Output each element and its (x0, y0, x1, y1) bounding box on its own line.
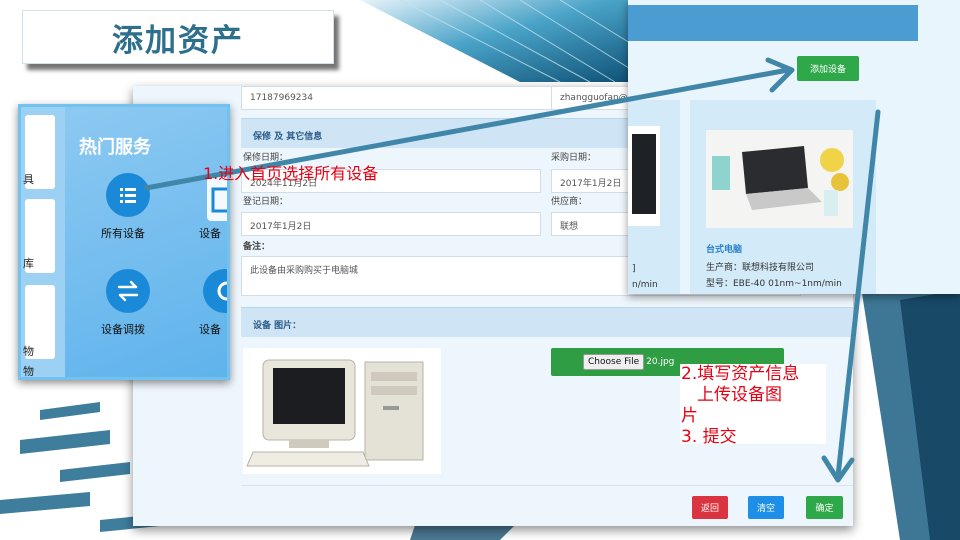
supplier-label: 供应商： (551, 197, 588, 207)
list-icon (120, 188, 136, 203)
back-button[interactable]: 返回 (692, 496, 728, 519)
notes-label: 备注： (243, 242, 271, 252)
choose-file-button[interactable]: Choose File (583, 354, 645, 370)
services-side-strip: 具 库 物 物 (21, 107, 65, 378)
device-list-screenshot: 添加设备 ] n/min 台式电脑 生产商：联想科技有限公司 型号：EBE-40… (628, 0, 960, 294)
register-date-label: 登记日期： (243, 197, 289, 207)
form-divider (241, 485, 853, 486)
card-fragment: n/min (632, 280, 658, 290)
clear-button[interactable]: 清空 (748, 496, 784, 519)
circle-icon[interactable] (203, 269, 227, 313)
device-label: 设备 (199, 227, 221, 240)
services-heading: 热门服务 (79, 137, 151, 158)
device-card[interactable]: 台式电脑 生产商：联想科技有限公司 型号：EBE-40 01nm~1nm/min (690, 100, 876, 294)
device-card-partial: ] n/min (628, 100, 680, 294)
laptop-image (706, 130, 853, 228)
strip-label: 具 (23, 173, 34, 186)
device-manufacturer: 生产商：联想科技有限公司 (706, 263, 815, 273)
photo-section-header: 设备 图片： (241, 307, 853, 337)
step2-line3: 片 (681, 406, 698, 426)
step2-line1: 2.填写资产信息 (681, 364, 800, 384)
file-name: 20.jpg (646, 357, 675, 367)
device-transfer-button[interactable] (106, 269, 150, 313)
device-name: 台式电脑 (706, 245, 743, 255)
all-devices-button[interactable] (106, 173, 150, 217)
step1-callout: 1.进入首页选择所有设备 (203, 164, 379, 183)
all-devices-label: 所有设备 (101, 227, 145, 240)
register-date-field[interactable]: 2017年1月2日 (241, 212, 541, 236)
strip-label: 库 (23, 257, 34, 270)
strip-label: 物 (23, 365, 34, 378)
desktop-computer-image (246, 359, 424, 467)
purchase-date-label: 采购日期： (551, 153, 597, 163)
device-label-2: 设备 (199, 323, 221, 336)
phone-field[interactable]: 17187969234 (241, 86, 553, 110)
step3-line: 3. 提交 (681, 427, 737, 447)
confirm-button[interactable]: 确定 (806, 496, 843, 519)
monitor-image (632, 134, 656, 214)
device-transfer-label: 设备调拨 (101, 323, 145, 336)
device-photo (243, 348, 441, 474)
slide-title: 添加资产 (22, 10, 334, 64)
strip-label: 物 (23, 345, 34, 358)
step2-callout: 2.填写资产信息 上传设备图 片 3. 提交 (680, 364, 826, 447)
step2-line2: 上传设备图 (697, 385, 782, 405)
device-model: 型号：EBE-40 01nm~1nm/min (706, 279, 842, 289)
add-device-button[interactable]: 添加设备 (797, 56, 859, 81)
transfer-arrows-icon (117, 280, 139, 302)
device-list-header (628, 5, 918, 41)
hot-services-panel: 具 库 物 物 热门服务 所有设备 设备 设备调拨 设备 (18, 104, 230, 380)
card-fragment: ] (632, 264, 636, 274)
